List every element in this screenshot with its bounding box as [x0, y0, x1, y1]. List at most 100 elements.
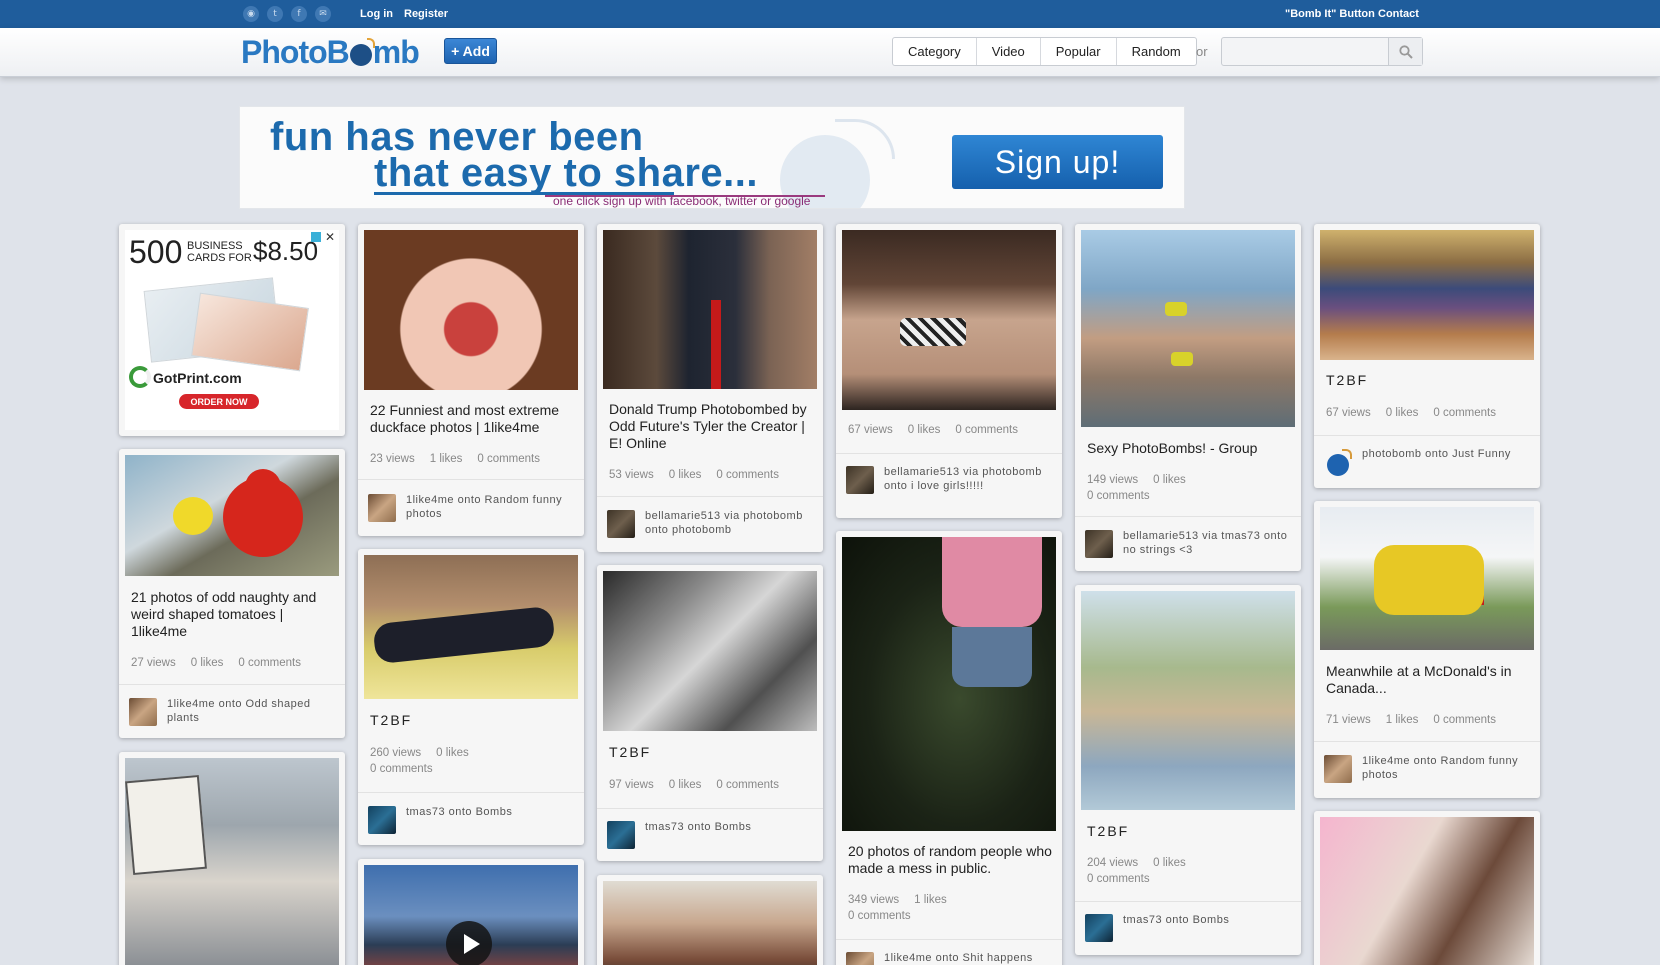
play-icon[interactable]: [446, 921, 492, 965]
pin-image[interactable]: [1320, 817, 1534, 965]
pin-title[interactable]: T2BF: [609, 744, 813, 761]
pin-card[interactable]: Sexy PhotoBombs! - Group 149 views 0 like…: [1075, 224, 1301, 571]
ad-order-button[interactable]: ORDER NOW: [179, 394, 259, 409]
divider: [836, 939, 1062, 940]
ad-card[interactable]: 500 BUSINESS CARDS FOR $8.50 ✕ GotPrint.c…: [119, 224, 345, 436]
pin-source[interactable]: photobomb onto Just Funny: [1362, 448, 1534, 462]
pin-source[interactable]: tmas73 onto Bombs: [1123, 914, 1295, 928]
avatar[interactable]: [846, 952, 874, 965]
signup-button[interactable]: Sign up!: [952, 135, 1163, 189]
avatar[interactable]: [368, 494, 396, 522]
likes-count: 0 likes: [1385, 407, 1419, 419]
pin-source[interactable]: bellamarie513 via tmas73 onto no strings…: [1123, 530, 1295, 557]
pin-image[interactable]: [842, 230, 1056, 410]
pin-title[interactable]: 20 photos of random people who made a me…: [848, 843, 1052, 877]
views-count: 67 views: [848, 424, 893, 436]
pin-attribution: tmas73 onto Bombs: [607, 821, 817, 853]
pin-image[interactable]: [842, 537, 1056, 831]
pin-card[interactable]: [1314, 811, 1540, 965]
pin-card[interactable]: [119, 752, 345, 965]
login-link[interactable]: Log in: [360, 8, 393, 20]
likes-count: 0 likes: [1153, 857, 1186, 869]
add-button[interactable]: + Add: [444, 38, 497, 64]
pin-source[interactable]: 1like4me onto Random funny photos: [1362, 755, 1534, 782]
bomb-avatar-icon[interactable]: [1324, 448, 1352, 476]
nav-popular[interactable]: Popular: [1041, 38, 1117, 65]
pin-source[interactable]: bellamarie513 via photobomb onto photobo…: [645, 510, 817, 537]
search-icon: [1398, 44, 1413, 59]
pin-image[interactable]: [125, 758, 339, 965]
search-button[interactable]: [1388, 38, 1422, 65]
contact-link[interactable]: Contact: [1378, 8, 1419, 20]
pin-card[interactable]: Donald Trump Photobombed by Odd Future's…: [597, 224, 823, 552]
pin-card[interactable]: Meanwhile at a McDonald's in Canada... 7…: [1314, 501, 1540, 798]
pin-title[interactable]: T2BF: [1087, 823, 1291, 840]
pin-card[interactable]: 20 photos of random people who made a me…: [836, 531, 1062, 965]
pin-image[interactable]: [1081, 591, 1295, 810]
pin-card[interactable]: T2BF 204 views 0 likes 0 comments tmas73 o…: [1075, 585, 1301, 955]
likes-count: 0 likes: [668, 469, 702, 481]
pin-title[interactable]: 22 Funniest and most extreme duckface ph…: [370, 402, 574, 436]
pin-image[interactable]: [603, 571, 817, 731]
pin-image[interactable]: [364, 865, 578, 965]
pin-image[interactable]: [603, 230, 817, 389]
pin-title[interactable]: Meanwhile at a McDonald's in Canada...: [1326, 663, 1530, 697]
pin-source[interactable]: bellamarie513 via photobomb onto i love …: [884, 466, 1056, 493]
search-input[interactable]: [1222, 38, 1388, 65]
ad-business: BUSINESS: [187, 240, 243, 252]
pin-image[interactable]: [125, 455, 339, 576]
pin-card[interactable]: 21 photos of odd naughty and weird shape…: [119, 449, 345, 738]
facebook-icon[interactable]: f: [291, 6, 307, 22]
pin-card[interactable]: [358, 859, 584, 965]
comments-count: 0 comments: [716, 779, 779, 791]
pin-source[interactable]: tmas73 onto Bombs: [406, 806, 578, 820]
banner-subline: one click sign up with facebook, twitter…: [553, 194, 811, 208]
ad-image[interactable]: 500 BUSINESS CARDS FOR $8.50 ✕ GotPrint.c…: [125, 230, 339, 430]
views-count: 27 views: [131, 657, 176, 669]
pin-card[interactable]: 22 Funniest and most extreme duckface ph…: [358, 224, 584, 536]
avatar[interactable]: [846, 466, 874, 494]
pin-card[interactable]: T2BF 260 views 0 likes 0 comments tmas73 o…: [358, 549, 584, 845]
pin-title[interactable]: 21 photos of odd naughty and weird shape…: [131, 589, 335, 640]
pin-image[interactable]: [1081, 230, 1295, 427]
pin-source[interactable]: 1like4me onto Odd shaped plants: [167, 698, 339, 725]
avatar[interactable]: [1085, 914, 1113, 942]
avatar[interactable]: [129, 698, 157, 726]
pin-card[interactable]: 67 views 0 likes 0 comments bellamarie513 …: [836, 224, 1062, 518]
logo[interactable]: PhotoB mb: [241, 34, 420, 71]
ad-close-icon[interactable]: ✕: [325, 230, 335, 244]
pin-card[interactable]: T2BF 97 views 0 likes 0 comments tmas73 on…: [597, 565, 823, 861]
social-links: ◉ t f ✉: [243, 6, 331, 22]
bomb-it-button-link[interactable]: "Bomb It" Button: [1285, 8, 1375, 20]
ad-info-icon[interactable]: [311, 232, 321, 242]
pin-title[interactable]: Sexy PhotoBombs! - Group: [1087, 440, 1291, 457]
pin-title[interactable]: Donald Trump Photobombed by Odd Future's…: [609, 401, 813, 452]
nav-random[interactable]: Random: [1117, 38, 1196, 65]
pin-image[interactable]: [1320, 230, 1534, 360]
nav-video[interactable]: Video: [977, 38, 1041, 65]
pin-image[interactable]: [1320, 507, 1534, 650]
pin-source[interactable]: 1like4me onto Random funny photos: [406, 494, 578, 521]
email-icon[interactable]: ✉: [315, 6, 331, 22]
twitter-icon[interactable]: t: [267, 6, 283, 22]
pin-title[interactable]: T2BF: [1326, 372, 1530, 389]
avatar[interactable]: [368, 806, 396, 834]
pin-card[interactable]: T2BF 67 views 0 likes 0 comments photobomb…: [1314, 224, 1540, 488]
pin-title[interactable]: T2BF: [370, 712, 574, 729]
pin-image[interactable]: [364, 230, 578, 390]
avatar[interactable]: [1324, 755, 1352, 783]
register-link[interactable]: Register: [404, 8, 448, 20]
pin-image[interactable]: [364, 555, 578, 699]
pin-source[interactable]: 1like4me onto Shit happens: [884, 952, 1056, 965]
avatar[interactable]: [1085, 530, 1113, 558]
rss-icon[interactable]: ◉: [243, 6, 259, 22]
views-count: 149 views: [1087, 474, 1139, 486]
avatar[interactable]: [607, 821, 635, 849]
pin-card[interactable]: [597, 875, 823, 965]
nav-category[interactable]: Category: [893, 38, 977, 65]
ad-price: $8.50: [253, 236, 319, 266]
pin-image[interactable]: [603, 881, 817, 965]
pin-source[interactable]: tmas73 onto Bombs: [645, 821, 817, 835]
logo-text-start: PhotoB: [241, 34, 350, 70]
avatar[interactable]: [607, 510, 635, 538]
